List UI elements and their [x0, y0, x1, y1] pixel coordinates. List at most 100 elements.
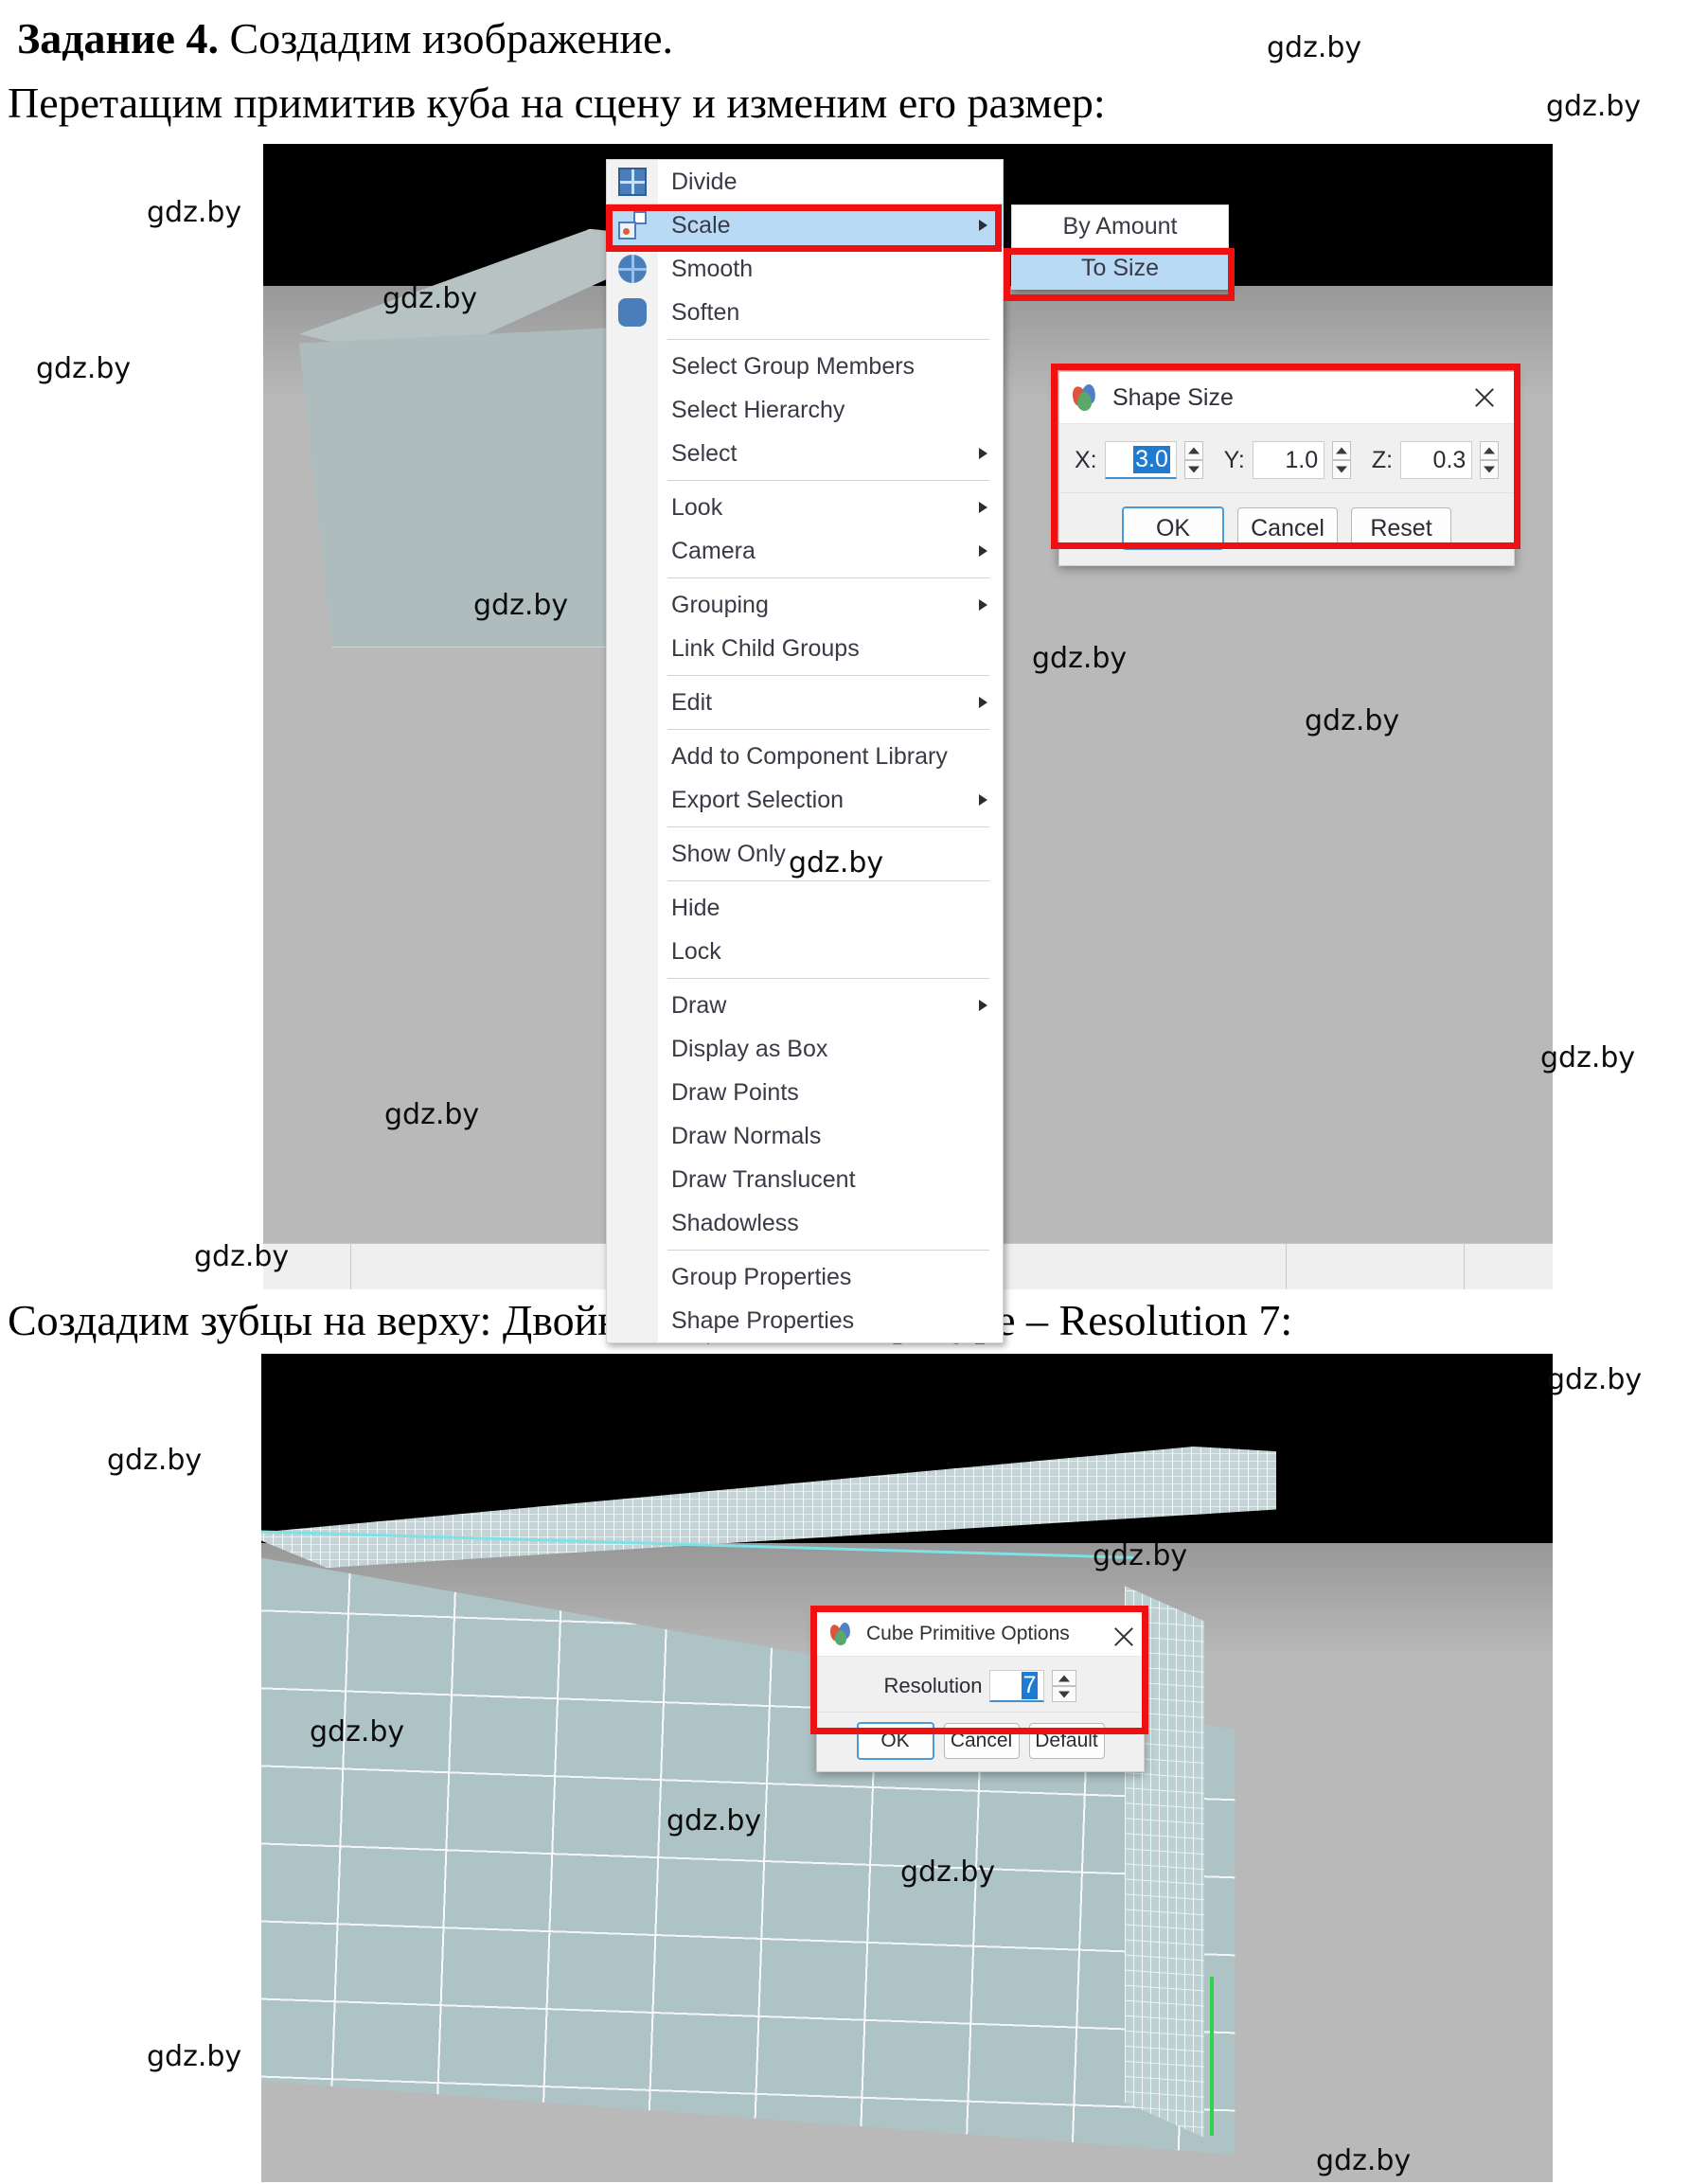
menu-item-label: Divide	[671, 168, 738, 195]
menu-item-shadowless[interactable]: Shadowless	[607, 1201, 1003, 1245]
crenellated-wall-mesh[interactable]	[261, 1447, 1276, 2166]
close-icon[interactable]	[1110, 1623, 1132, 1645]
x-field-spinner[interactable]	[1183, 441, 1203, 479]
menu-item-label: Export Selection	[671, 786, 844, 813]
cube-options-cancel-button[interactable]: Cancel	[943, 1723, 1020, 1759]
scale-submenu[interactable]: By Amount To Size	[1011, 204, 1229, 290]
menu-item-label: Draw Points	[671, 1078, 799, 1106]
menu-item-draw-translucent[interactable]: Draw Translucent	[607, 1158, 1003, 1201]
menu-item-export-selection[interactable]: Export Selection	[607, 778, 1003, 822]
menu-item-label: Link Child Groups	[671, 634, 860, 662]
submenu-arrow-icon	[979, 220, 987, 231]
menu-item-soften[interactable]: Soften	[607, 291, 1003, 334]
strip-divider	[350, 1244, 351, 1289]
shape-size-ok-button[interactable]: OK	[1122, 506, 1224, 550]
shape-size-cancel-button[interactable]: Cancel	[1237, 507, 1338, 549]
watermark: gdz.by	[36, 352, 132, 385]
menu-item-smooth[interactable]: Smooth	[607, 247, 1003, 291]
menu-item-label: Edit	[671, 688, 713, 716]
app-logo-icon	[827, 1622, 855, 1645]
menu-item-show-only[interactable]: Show Only	[607, 832, 1003, 876]
menu-item-shape-properties[interactable]: Shape Properties	[607, 1299, 1003, 1342]
menu-item-hide[interactable]: Hide	[607, 886, 1003, 930]
menu-item-label: Draw	[671, 991, 727, 1019]
cube-options-body: Resolution 7	[817, 1657, 1144, 1702]
menu-separator	[667, 826, 989, 827]
x-field-value: 3.0	[1133, 446, 1170, 473]
menu-item-lock[interactable]: Lock	[607, 930, 1003, 973]
submenu-arrow-icon	[979, 502, 987, 513]
menu-item-label: Draw Translucent	[671, 1165, 856, 1193]
menu-item-scale[interactable]: Scale	[607, 204, 1003, 247]
spin-down-icon[interactable]	[1052, 1686, 1077, 1702]
task-number: Задание 4.	[17, 14, 219, 62]
z-field-spinner[interactable]	[1480, 441, 1499, 479]
cube-options-default-button[interactable]: Default	[1028, 1723, 1105, 1759]
cube-options-ok-button[interactable]: OK	[856, 1722, 934, 1760]
spin-up-icon[interactable]	[1332, 441, 1351, 460]
spin-down-icon[interactable]	[1183, 460, 1203, 479]
menu-item-add-to-component-library[interactable]: Add to Component Library	[607, 735, 1003, 778]
menu-item-grouping[interactable]: Grouping	[607, 583, 1003, 627]
page-subtitle: Перетащим примитив куба на сцену и измен…	[8, 79, 1106, 127]
menu-item-camera[interactable]: Camera	[607, 529, 1003, 573]
resolution-label: Resolution	[883, 1674, 983, 1697]
menu-item-select[interactable]: Select	[607, 432, 1003, 475]
y-field-spinner[interactable]	[1332, 441, 1351, 479]
menu-item-draw-normals[interactable]: Draw Normals	[607, 1114, 1003, 1158]
menu-item-select-group-members[interactable]: Select Group Members	[607, 345, 1003, 388]
menu-item-draw[interactable]: Draw	[607, 984, 1003, 1027]
shape-size-reset-button[interactable]: Reset	[1351, 507, 1451, 549]
watermark: gdz.by	[1540, 1041, 1636, 1074]
menu-item-edit[interactable]: Edit	[607, 681, 1003, 724]
spin-up-icon[interactable]	[1052, 1670, 1077, 1686]
spin-down-icon[interactable]	[1332, 460, 1351, 479]
menu-item-select-hierarchy[interactable]: Select Hierarchy	[607, 388, 1003, 432]
submenu-item-to-size[interactable]: To Size	[1012, 247, 1228, 289]
menu-item-label: Select Group Members	[671, 352, 916, 380]
menu-item-label: Hide	[671, 894, 720, 921]
shape-size-fields: X: 3.0 Y: 1.0 Z: 0.3	[1075, 441, 1499, 479]
menu-item-display-as-box[interactable]: Display as Box	[607, 1027, 1003, 1071]
menu-separator	[667, 577, 989, 578]
scale-icon	[618, 211, 647, 240]
menu-item-look[interactable]: Look	[607, 486, 1003, 529]
menu-separator	[667, 675, 989, 676]
spin-down-icon[interactable]	[1480, 460, 1499, 479]
x-field-input[interactable]: 3.0	[1104, 441, 1177, 479]
shape-size-dialog[interactable]: Shape Size X: 3.0 Y: 1.0 Z: 0.3 OK Cance…	[1058, 371, 1515, 566]
submenu-item-by-amount[interactable]: By Amount	[1012, 205, 1228, 247]
spin-up-icon[interactable]	[1480, 441, 1499, 460]
cube-primitive-options-dialog[interactable]: Cube Primitive Options Resolution 7 OK C…	[816, 1611, 1145, 1772]
context-menu[interactable]: Divide Scale Smooth Soften Select Group Memb…	[606, 159, 1004, 1343]
y-field-label: Y:	[1223, 446, 1245, 473]
cube-options-title: Cube Primitive Options	[866, 1623, 1070, 1644]
submenu-item-label: To Size	[1081, 254, 1159, 281]
menu-separator	[667, 339, 989, 340]
resolution-input[interactable]: 7	[989, 1670, 1045, 1702]
menu-item-label: Shape Properties	[671, 1306, 855, 1334]
menu-item-label: Camera	[671, 537, 756, 564]
menu-item-label: Grouping	[671, 591, 769, 618]
menu-item-group-properties[interactable]: Group Properties	[607, 1255, 1003, 1299]
menu-item-link-child-groups[interactable]: Link Child Groups	[607, 627, 1003, 670]
submenu-arrow-icon	[979, 794, 987, 806]
smooth-icon	[618, 255, 647, 283]
close-icon[interactable]	[1470, 383, 1499, 412]
menu-item-draw-points[interactable]: Draw Points	[607, 1071, 1003, 1114]
menu-separator	[667, 729, 989, 730]
wall-top-band	[261, 1447, 1276, 1568]
menu-item-label: Draw Normals	[671, 1122, 822, 1149]
menu-item-label: Lock	[671, 937, 721, 965]
z-field-label: Z:	[1371, 446, 1394, 473]
watermark: gdz.by	[1547, 1363, 1643, 1396]
spin-up-icon[interactable]	[1183, 441, 1203, 460]
submenu-arrow-icon	[979, 697, 987, 708]
y-field-input[interactable]: 1.0	[1252, 441, 1325, 479]
menu-item-divide[interactable]: Divide	[607, 160, 1003, 204]
cube-options-buttons: OK Cancel Default	[817, 1712, 1144, 1771]
shape-size-titlebar: Shape Size	[1059, 372, 1514, 424]
resolution-spinner[interactable]	[1052, 1670, 1077, 1702]
scale-submenu-items: By Amount To Size	[1012, 205, 1228, 289]
z-field-input[interactable]: 0.3	[1400, 441, 1473, 479]
